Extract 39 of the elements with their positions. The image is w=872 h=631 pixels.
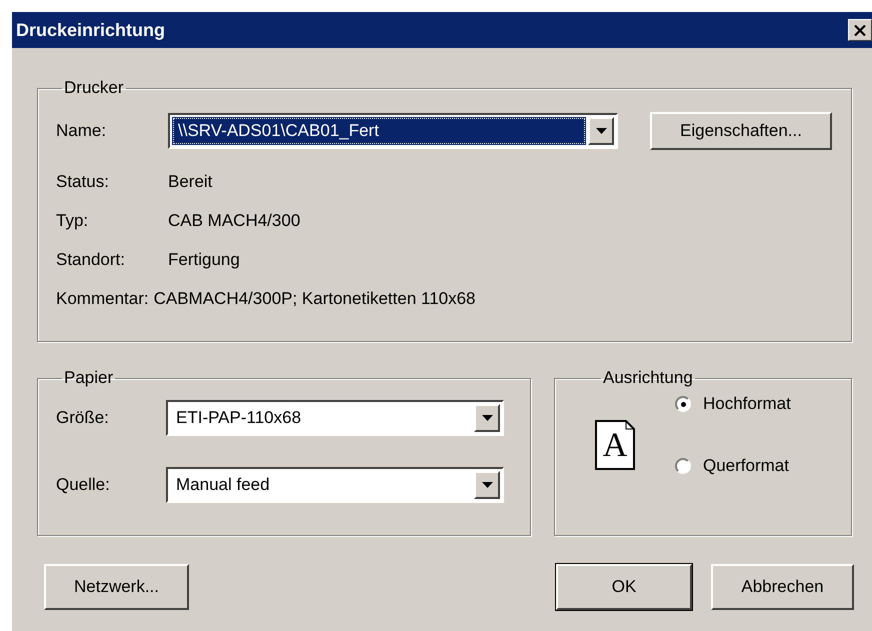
dropdown-button[interactable] (474, 404, 500, 432)
window-title: Druckeinrichtung (16, 20, 166, 40)
detail-value: CABMACH4/300P; Kartonetiketten 110x68 (154, 289, 476, 309)
caret-icon (482, 415, 492, 421)
field-label: Größe: (56, 408, 110, 428)
detail-value: Fertigung (168, 250, 240, 270)
detail-label: Kommentar: (56, 289, 149, 309)
detail-value: CAB MACH4/300 (168, 211, 300, 231)
group-title: Drucker (63, 78, 125, 98)
close-icon (854, 24, 866, 36)
page-icon (595, 420, 635, 470)
radio-label: Hochformat (703, 394, 791, 414)
group-title: Ausrichtung (602, 368, 694, 388)
preview-letter: A (602, 429, 628, 463)
field-label: Quelle: (56, 475, 111, 495)
detail-value: Bereit (168, 172, 212, 192)
paper-combo[interactable]: Manual feed (166, 467, 504, 503)
dialog-button[interactable]: OK (556, 564, 692, 610)
detail-label: Status: (56, 172, 110, 192)
dialog-button[interactable]: Abbrechen (711, 564, 854, 610)
combo-value: Manual feed (175, 474, 271, 496)
radio-label: Querformat (703, 456, 789, 476)
group-title: Papier (63, 368, 114, 388)
dropdown-button[interactable] (474, 471, 500, 499)
detail-label: Typ: (56, 211, 90, 231)
close-button[interactable] (848, 19, 872, 41)
properties-button[interactable]: Eigenschaften... (650, 112, 832, 150)
caret-icon (596, 128, 606, 134)
field-label: Name: (56, 121, 108, 141)
orientation-radio[interactable]: Querformat (675, 456, 791, 476)
detail-label: Standort: (56, 250, 126, 270)
combo-value: ETI-PAP-110x68 (175, 407, 302, 429)
printer-name-combo[interactable]: \\SRV-ADS01\CAB01_Fert (168, 113, 618, 149)
printer-name-value: \\SRV-ADS01\CAB01_Fert (172, 117, 586, 145)
network-button[interactable]: Netzwerk... (44, 564, 189, 610)
dropdown-button[interactable] (588, 117, 614, 145)
caret-icon (482, 482, 492, 488)
paper-combo[interactable]: ETI-PAP-110x68 (166, 400, 504, 436)
orientation-radio[interactable]: Hochformat (675, 394, 791, 414)
